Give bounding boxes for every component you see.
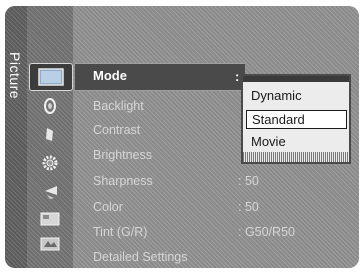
tint-value: : G50/R50	[238, 225, 295, 239]
support-icon[interactable]	[37, 234, 63, 254]
category-tab: Picture	[5, 6, 27, 268]
sound-icon[interactable]	[37, 96, 63, 116]
menu-item-label: Tint (G/R)	[93, 225, 148, 239]
picture-icon[interactable]	[29, 63, 73, 91]
menu-item-tint[interactable]: Tint (G/R)	[93, 225, 147, 239]
menu-item-label: Brightness	[93, 148, 153, 162]
picture-menu: Picture Mode: Backlight Contrast Bright…	[5, 6, 359, 268]
mode-option-movie[interactable]: Movie	[251, 134, 286, 149]
menu-item-value: :	[235, 69, 240, 84]
menu-item-mode[interactable]: Mode	[93, 68, 127, 83]
sharpness-value: : 50	[238, 174, 259, 188]
category-icon-bar	[27, 6, 73, 268]
color-value: : 50	[238, 200, 259, 214]
application-icon[interactable]	[37, 209, 63, 229]
menu-item-sharpness[interactable]: Sharpness	[93, 174, 153, 188]
mode-option-dynamic[interactable]: Dynamic	[251, 88, 302, 103]
dropdown-header	[243, 76, 349, 82]
menu-item-label: Mode	[93, 68, 127, 83]
mode-option-standard[interactable]: Standard	[246, 110, 347, 129]
menu-item-label: Backlight	[93, 99, 144, 113]
dropdown-footer	[243, 152, 349, 162]
menu-item-detailed-settings[interactable]: Detailed Settings	[93, 250, 188, 264]
channel-icon[interactable]	[37, 124, 63, 144]
menu-item-contrast[interactable]: Contrast	[93, 123, 140, 137]
menu-item-label: Contrast	[93, 123, 141, 137]
menu-item-backlight[interactable]: Backlight	[93, 99, 144, 113]
menu-item-label: Sharpness	[93, 174, 153, 188]
menu-item-color[interactable]: Color	[93, 200, 123, 214]
mode-dropdown[interactable]: Dynamic Standard Movie	[241, 74, 351, 164]
menu-item-label: Detailed Settings	[93, 250, 188, 264]
setup-icon[interactable]	[37, 153, 63, 173]
category-label: Picture	[7, 52, 23, 100]
input-icon[interactable]	[37, 182, 63, 202]
menu-item-brightness[interactable]: Brightness	[93, 148, 152, 162]
menu-item-label: Color	[93, 200, 123, 214]
